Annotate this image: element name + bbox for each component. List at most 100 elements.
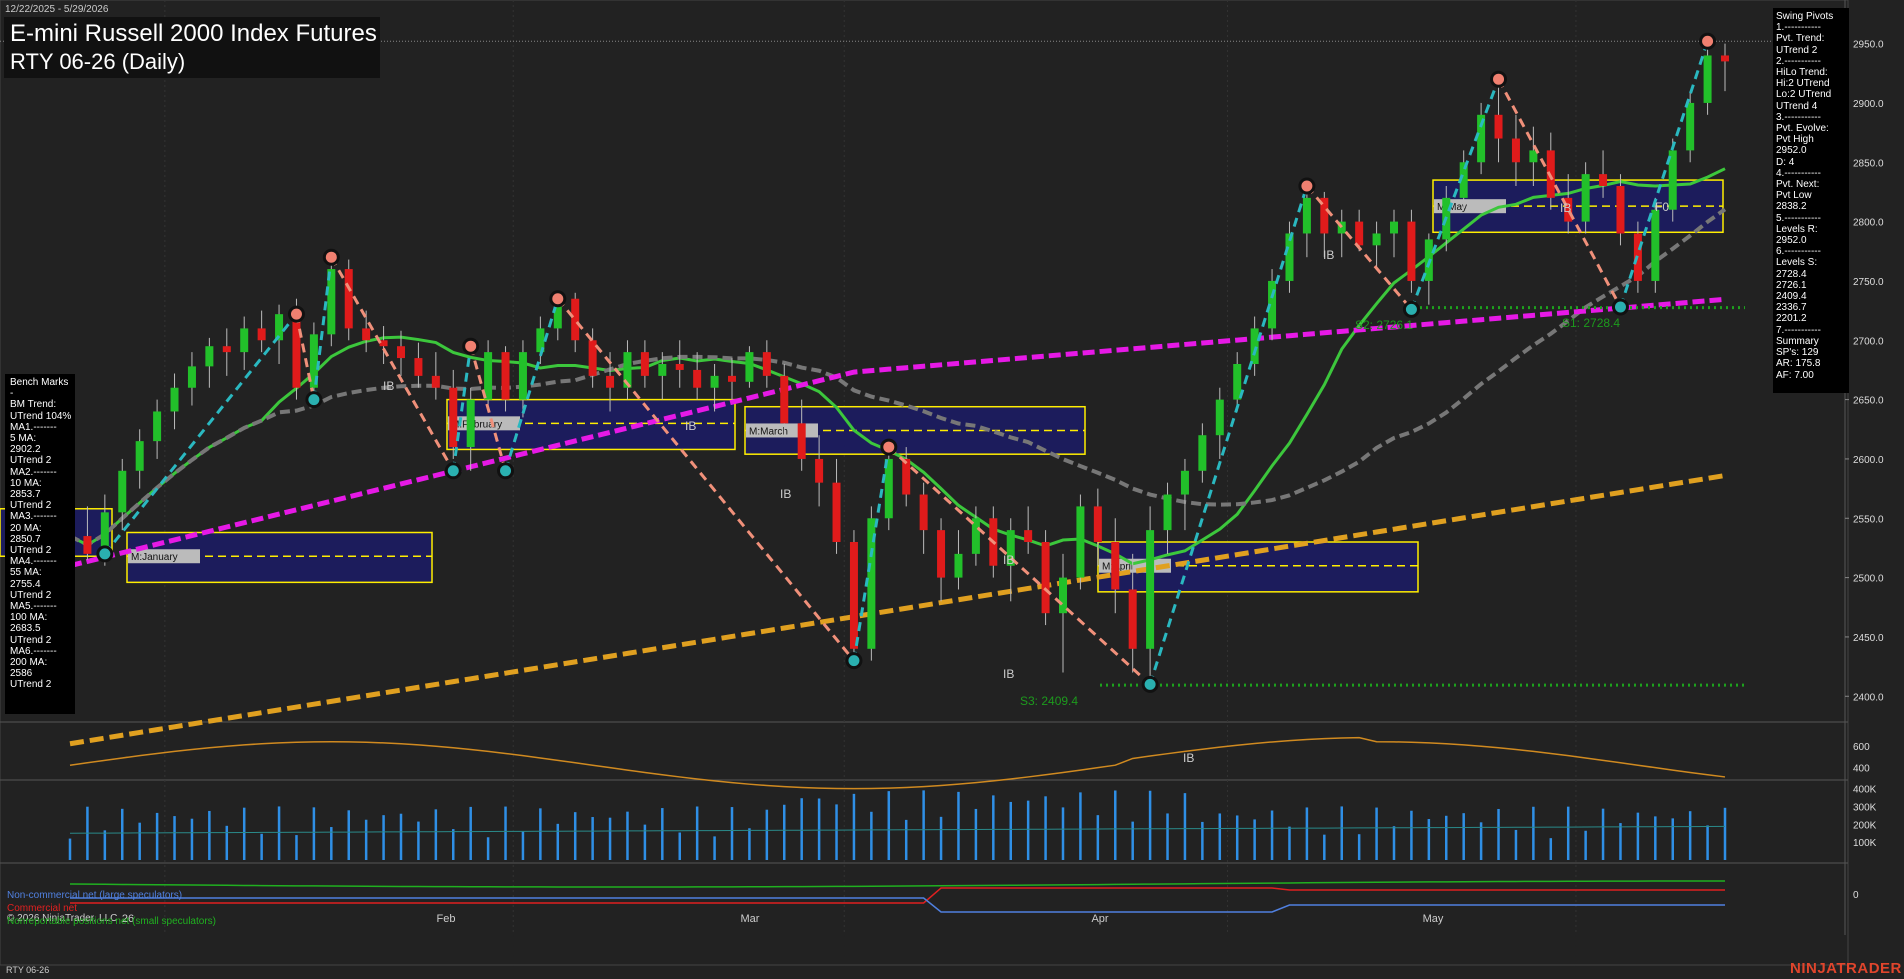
bench-mark-line: UTrend 2	[10, 545, 52, 557]
chart-canvas[interactable]: 26 Feb Mar Apr May2400.02450.02500.02550.026…	[0, 0, 1904, 979]
bench-mark-line: UTrend 2	[10, 634, 52, 646]
candle-body	[919, 494, 928, 531]
candle-body	[518, 352, 527, 400]
ib-label: IB	[383, 379, 394, 393]
swing-pivot-line: 2728.4	[1776, 268, 1807, 280]
pivot-marker	[549, 290, 567, 308]
bench-marks-list: Bench Marks - BM Trend: UTrend 104% MA1.----…	[10, 377, 74, 691]
swing-pivot-line: 7.-----------	[1776, 324, 1821, 336]
ib-label: IB	[1183, 751, 1194, 765]
candle-body	[1686, 102, 1695, 151]
pivot-marker	[1141, 675, 1159, 693]
swing-pivot-line: Hi:2 UTrend	[1776, 78, 1830, 90]
volume-tick-label: 400K	[1853, 785, 1877, 796]
candle-body	[1651, 209, 1660, 281]
support-label-s1: S1: 2728.4	[1562, 316, 1620, 330]
candle-body	[414, 358, 423, 376]
cot-large-line	[70, 897, 1725, 913]
bench-mark-line: Bench Marks	[10, 377, 69, 388]
y-tick-label: 2650.0	[1853, 396, 1884, 407]
candle-body	[797, 423, 806, 459]
swing-pivot-line: Pvt High	[1776, 134, 1814, 146]
y-tick-label: 2850.0	[1853, 158, 1884, 169]
swing-pivot-line: Pvt. Trend:	[1776, 33, 1825, 45]
candle-body	[1180, 470, 1189, 495]
bench-mark-line: MA3.-------	[10, 511, 57, 523]
bench-mark-line: 10 MA:	[10, 477, 42, 489]
candle-body	[292, 314, 301, 388]
pivot-marker	[287, 305, 305, 323]
candle-body	[1250, 328, 1259, 364]
ib-label: IB	[1323, 248, 1334, 262]
cot-legend-small: Nonreportable positions net (small specu…	[7, 916, 216, 927]
y-tick-label: 2450.0	[1853, 633, 1884, 644]
pivot-marker	[880, 438, 898, 456]
candle-body	[118, 470, 127, 513]
atr-tick-label: 400	[1853, 763, 1870, 774]
candle-body	[1372, 233, 1381, 246]
swing-pivot-line: Pvt. Evolve:	[1776, 123, 1829, 135]
swing-pivot-line: Levels S:	[1776, 257, 1818, 269]
cot-legend-large: Non-commercial net (large speculators)	[7, 890, 183, 901]
bench-mark-line: UTrend 2	[10, 500, 52, 512]
bench-mark-line: MA4.-------	[10, 556, 57, 568]
candle-body	[397, 346, 405, 359]
bench-mark-line: 2586	[10, 668, 33, 680]
pivot-zigzag-segment	[103, 313, 298, 555]
bench-mark-line: UTrend 2	[10, 589, 52, 601]
candle-body	[954, 553, 963, 578]
swing-pivot-line: UTrend 4	[1776, 100, 1818, 112]
candle-body	[710, 375, 719, 388]
candle-body	[1198, 435, 1207, 471]
atr-line	[69, 736, 1726, 790]
candle-body	[1581, 174, 1590, 222]
ninjatrader-logo: NINJATRADER	[1790, 960, 1902, 977]
instrument-title: E-mini Russell 2000 Index Futures	[10, 20, 377, 47]
volume-tick-label: 100K	[1853, 838, 1877, 849]
candle-body	[1111, 542, 1120, 590]
bench-mark-line: 2850.7	[10, 533, 41, 545]
pivot-zigzag-segment	[1619, 40, 1710, 308]
candle-body	[815, 458, 824, 483]
pivot-marker	[1699, 32, 1717, 50]
ib-label: IB	[685, 419, 696, 433]
candle-body	[762, 352, 771, 376]
bench-mark-line: UTrend 2	[10, 455, 52, 467]
candle-body	[344, 269, 353, 329]
candle-body	[1093, 506, 1102, 542]
swing-pivot-line: Pvt. Next:	[1776, 179, 1820, 191]
candle-body	[1407, 221, 1416, 281]
candle-body	[240, 328, 249, 353]
bench-mark-line: 200 MA:	[10, 657, 48, 669]
ma-55-line	[69, 207, 1727, 548]
pivot-zigzag-segment	[330, 256, 455, 472]
bench-mark-line: 5 MA:	[10, 433, 37, 445]
swing-pivot-line: UTrend 2	[1776, 44, 1818, 56]
swing-pivot-line: Summary	[1776, 335, 1819, 347]
value-area-label: M:March	[749, 426, 788, 437]
bench-mark-line: BM Trend:	[10, 399, 57, 411]
pivot-marker	[1298, 177, 1316, 195]
candle-body	[675, 364, 684, 370]
candle-body	[1163, 494, 1172, 531]
candle-body	[431, 375, 440, 388]
candle-body	[1059, 577, 1067, 614]
bench-mark-line: MA2.-------	[10, 466, 57, 478]
y-tick-label: 2750.0	[1853, 277, 1884, 288]
y-tick-label: 2600.0	[1853, 455, 1884, 466]
ib-label: IB	[1560, 201, 1571, 215]
swing-pivot-line: 2201.2	[1776, 313, 1807, 325]
x-tick-label: Mar	[741, 913, 760, 925]
ib-label: IB	[780, 487, 791, 501]
swing-pivot-line: AR: 175.8	[1776, 358, 1821, 370]
support-label-s2: S2: 2726.1	[1355, 318, 1413, 332]
date-range: 12/22/2025 - 5/29/2026	[5, 4, 109, 15]
swing-pivot-line: Lo:2 UTrend	[1776, 89, 1832, 101]
swing-pivot-line: 4.-----------	[1776, 167, 1821, 179]
candle-body	[693, 369, 702, 388]
y-tick-label: 2400.0	[1853, 692, 1884, 703]
candle-body	[257, 328, 266, 341]
candle-body	[1215, 399, 1224, 436]
atr-tick-label: 600	[1853, 742, 1870, 753]
bench-mark-line: MA5.-------	[10, 601, 57, 613]
